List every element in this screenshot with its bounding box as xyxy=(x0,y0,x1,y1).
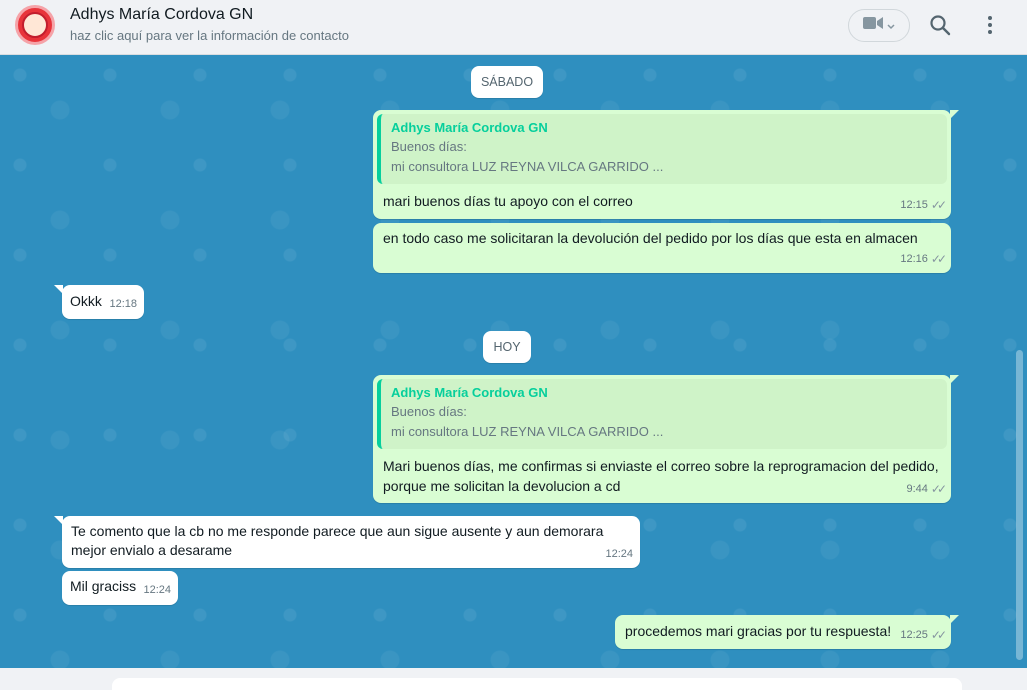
double-check-icon: ✓✓ xyxy=(930,482,947,496)
contact-avatar[interactable] xyxy=(15,5,55,45)
message-text: procedemos mari gracias por tu respuesta… xyxy=(625,623,892,639)
message-text: Okkk xyxy=(70,293,102,309)
date-divider-hoy: HOY xyxy=(483,331,531,363)
message-time: 12:24 xyxy=(143,584,171,596)
chevron-down-icon xyxy=(887,17,895,35)
message-list[interactable]: SÁBADO Adhys María Cordova GN Buenos día… xyxy=(0,55,1027,668)
message-bubble-incoming[interactable]: Te comento que la cb no me responde pare… xyxy=(54,516,640,568)
message-bubble-outgoing[interactable]: Adhys María Cordova GN Buenos días: mi c… xyxy=(373,375,959,503)
message-time: 12:18 xyxy=(109,298,137,310)
kebab-menu-icon xyxy=(988,16,992,20)
message-time: 12:24 xyxy=(605,548,633,560)
quoted-author: Adhys María Cordova GN xyxy=(391,120,548,135)
double-check-icon: ✓✓ xyxy=(930,252,947,266)
message-bubble-incoming[interactable]: Mil graciss 12:24 xyxy=(62,571,178,605)
quoted-line: mi consultora LUZ REYNA VILCA GARRIDO ..… xyxy=(391,424,664,439)
contact-info-hint[interactable]: haz clic aquí para ver la información de… xyxy=(70,28,349,43)
video-camera-icon xyxy=(863,16,883,35)
quoted-message[interactable]: Adhys María Cordova GN Buenos días: mi c… xyxy=(377,114,947,184)
quoted-line: mi consultora LUZ REYNA VILCA GARRIDO ..… xyxy=(391,159,664,174)
kebab-menu-icon-dot xyxy=(988,23,992,27)
message-bubble-outgoing[interactable]: procedemos mari gracias por tu respuesta… xyxy=(615,615,959,649)
message-text-line: porque me solicitan la devolucion a cd xyxy=(383,478,621,494)
quoted-author: Adhys María Cordova GN xyxy=(391,385,548,400)
message-text-line: mejor envialo a desarame xyxy=(71,542,233,558)
quoted-line: Buenos días: xyxy=(391,139,467,154)
scrollbar[interactable] xyxy=(1016,350,1023,660)
message-text: mari buenos días tu apoyo con el correo xyxy=(383,193,633,209)
video-call-button[interactable] xyxy=(848,9,910,42)
message-text: Mil graciss xyxy=(70,578,137,594)
kebab-menu-icon-dot xyxy=(988,30,992,34)
message-meta: 9:44 ✓✓ xyxy=(906,480,947,499)
message-meta: 12:25 ✓✓ xyxy=(900,626,947,645)
quoted-message[interactable]: Adhys María Cordova GN Buenos días: mi c… xyxy=(377,379,947,449)
message-text: en todo caso me solicitaran la devolució… xyxy=(383,230,918,246)
message-meta: 12:15 ✓✓ xyxy=(900,196,947,215)
double-check-icon: ✓✓ xyxy=(930,628,947,642)
message-bubble-outgoing[interactable]: en todo caso me solicitaran la devolució… xyxy=(373,223,951,273)
message-text-line: Mari buenos días, me confirmas si envias… xyxy=(383,458,939,474)
message-bubble-incoming[interactable]: Okkk 12:18 xyxy=(54,285,144,319)
message-text-line: Te comento que la cb no me responde pare… xyxy=(71,523,604,539)
search-button[interactable] xyxy=(928,13,952,37)
menu-button[interactable] xyxy=(978,13,1002,37)
message-time: 9:44 xyxy=(906,483,928,495)
quoted-line: Buenos días: xyxy=(391,404,467,419)
chat-header: Adhys María Cordova GN haz clic aquí par… xyxy=(0,0,1027,55)
message-meta: 12:18 xyxy=(109,295,137,314)
message-bubble-outgoing[interactable]: Adhys María Cordova GN Buenos días: mi c… xyxy=(373,110,959,219)
avatar-image xyxy=(22,12,48,38)
date-divider-sabado: SÁBADO xyxy=(471,66,543,98)
message-meta: 12:24 xyxy=(605,545,633,564)
message-time: 12:15 xyxy=(900,199,928,211)
message-input[interactable] xyxy=(112,678,962,690)
message-meta: 12:16 ✓✓ xyxy=(900,250,947,269)
message-time: 12:25 xyxy=(900,629,928,641)
double-check-icon: ✓✓ xyxy=(930,198,947,212)
message-time: 12:16 xyxy=(900,253,928,265)
contact-name[interactable]: Adhys María Cordova GN xyxy=(70,6,253,24)
composer-bar xyxy=(0,668,1027,690)
search-icon xyxy=(928,15,952,41)
message-meta: 12:24 xyxy=(143,581,171,600)
